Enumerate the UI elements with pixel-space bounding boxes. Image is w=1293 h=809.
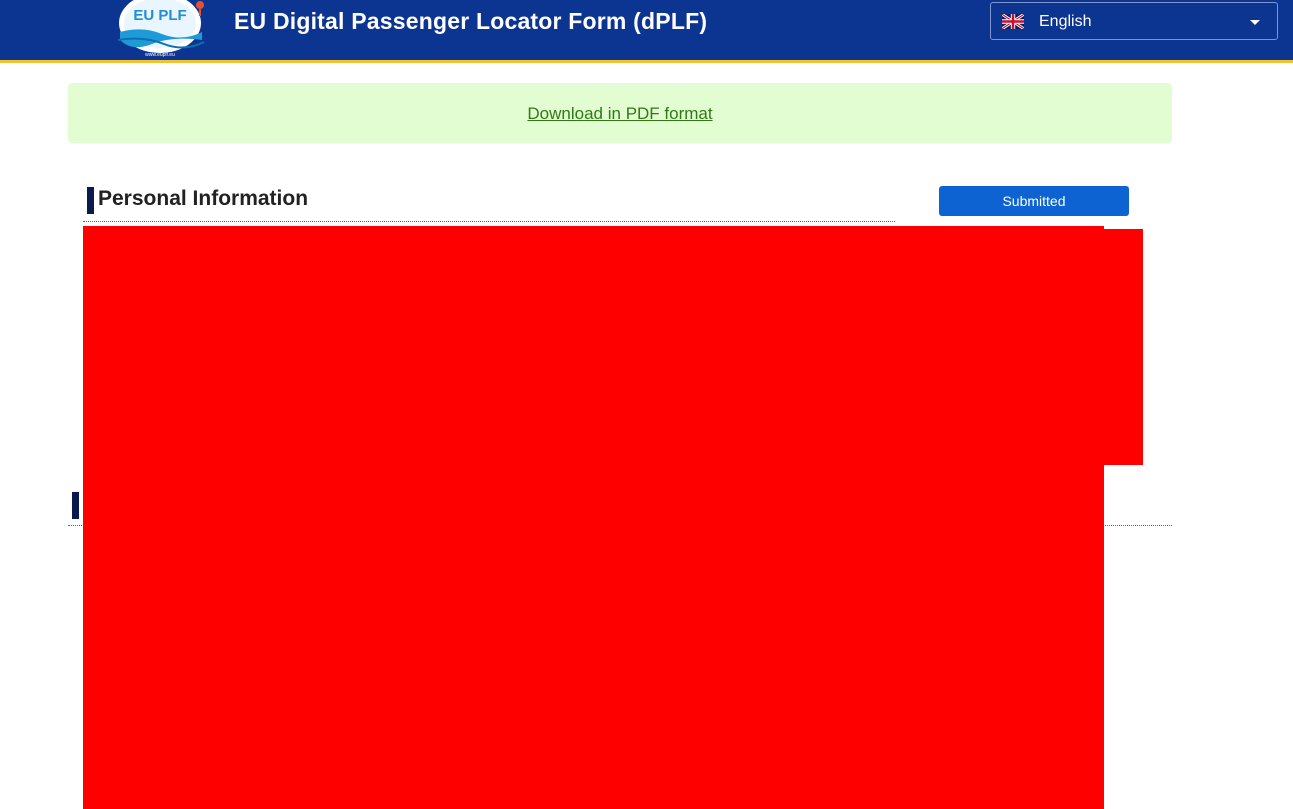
redaction-block — [83, 226, 1104, 809]
chevron-down-icon — [1250, 20, 1260, 25]
section-marker — [72, 492, 79, 519]
section-marker — [87, 187, 94, 214]
submitted-status-button[interactable]: Submitted — [939, 186, 1129, 216]
redaction-block — [1100, 229, 1143, 465]
language-label: English — [1039, 13, 1092, 30]
download-pdf-link[interactable]: Download in PDF format — [527, 104, 712, 124]
eu-plf-logo[interactable]: EU PLF www.euplf.eu — [112, 0, 210, 58]
section-header: Personal Information — [83, 186, 895, 222]
download-banner: Download in PDF format — [68, 83, 1172, 143]
section-title: Personal Information — [98, 187, 309, 210]
svg-text:www.euplf.eu: www.euplf.eu — [145, 52, 175, 58]
site-title: EU Digital Passenger Locator Form (dPLF) — [234, 8, 708, 34]
uk-flag-icon — [1002, 14, 1024, 29]
language-select[interactable]: English — [990, 2, 1278, 40]
site-header: EU PLF www.euplf.eu EU Digital Passenger… — [0, 0, 1293, 63]
svg-text:EU PLF: EU PLF — [133, 7, 186, 24]
